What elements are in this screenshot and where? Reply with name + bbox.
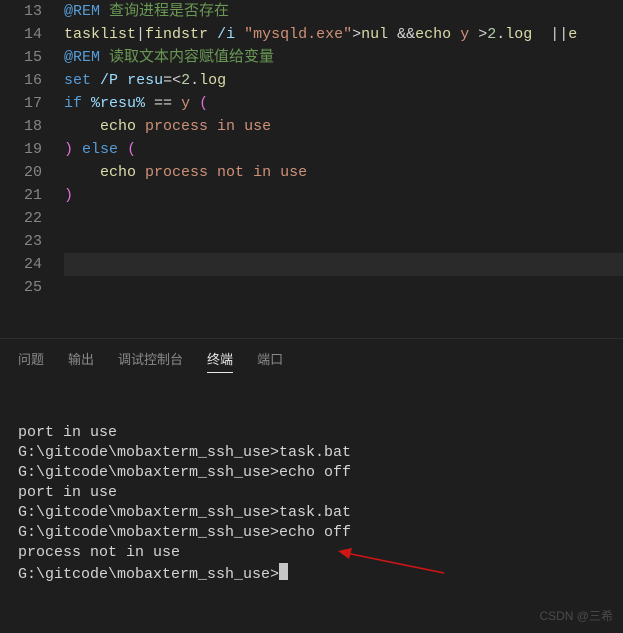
code-line[interactable]: @REM 读取文本内容赋值给变量 — [64, 46, 623, 69]
panel-tab[interactable]: 调试控制台 — [118, 349, 183, 373]
panel-tab[interactable]: 终端 — [207, 349, 233, 373]
line-number: 25 — [0, 276, 42, 299]
code-line[interactable] — [64, 207, 623, 230]
code-line[interactable]: ) else ( — [64, 138, 623, 161]
line-number: 15 — [0, 46, 42, 69]
line-number: 21 — [0, 184, 42, 207]
line-number: 16 — [0, 69, 42, 92]
line-number: 22 — [0, 207, 42, 230]
code-line[interactable] — [64, 276, 623, 299]
terminal-output[interactable]: port in useG:\gitcode\mobaxterm_ssh_use>… — [0, 379, 623, 633]
code-line[interactable]: echo process not in use — [64, 161, 623, 184]
code-editor[interactable]: 13141516171819202122232425 @REM 查询进程是否存在… — [0, 0, 623, 338]
terminal-line: G:\gitcode\mobaxterm_ssh_use>echo off — [18, 523, 605, 543]
line-number: 18 — [0, 115, 42, 138]
line-number: 13 — [0, 0, 42, 23]
terminal-cursor — [279, 563, 288, 580]
watermark: CSDN @三希 — [539, 607, 613, 624]
code-line[interactable]: tasklist|findstr /i "mysqld.exe">nul &&e… — [64, 23, 623, 46]
code-line[interactable]: echo process in use — [64, 115, 623, 138]
line-number: 19 — [0, 138, 42, 161]
terminal-line: port in use — [18, 423, 605, 443]
code-line[interactable]: @REM 查询进程是否存在 — [64, 0, 623, 23]
code-line[interactable] — [64, 230, 623, 253]
line-number: 14 — [0, 23, 42, 46]
code-line[interactable]: if %resu% == y ( — [64, 92, 623, 115]
annotation-arrow-icon — [336, 547, 446, 577]
terminal-line: G:\gitcode\mobaxterm_ssh_use>task.bat — [18, 503, 605, 523]
panel-tabs: 问题输出调试控制台终端端口 — [0, 339, 623, 379]
bottom-panel: 问题输出调试控制台终端端口 port in useG:\gitcode\moba… — [0, 338, 623, 630]
terminal-line: G:\gitcode\mobaxterm_ssh_use>task.bat — [18, 443, 605, 463]
line-number-gutter: 13141516171819202122232425 — [0, 0, 60, 338]
code-area[interactable]: @REM 查询进程是否存在tasklist|findstr /i "mysqld… — [60, 0, 623, 338]
code-line[interactable]: ) — [64, 184, 623, 207]
line-number: 24 — [0, 253, 42, 276]
code-line[interactable] — [64, 253, 623, 276]
terminal-prompt[interactable]: G:\gitcode\mobaxterm_ssh_use> — [18, 563, 605, 585]
terminal-line: G:\gitcode\mobaxterm_ssh_use>echo off — [18, 463, 605, 483]
code-line[interactable]: set /P resu=<2.log — [64, 69, 623, 92]
terminal-line: port in use — [18, 483, 605, 503]
line-number: 20 — [0, 161, 42, 184]
terminal-line: process not in use — [18, 543, 605, 563]
line-number: 23 — [0, 230, 42, 253]
panel-tab[interactable]: 输出 — [68, 349, 94, 373]
panel-tab[interactable]: 端口 — [257, 349, 283, 373]
line-number: 17 — [0, 92, 42, 115]
panel-tab[interactable]: 问题 — [18, 349, 44, 373]
